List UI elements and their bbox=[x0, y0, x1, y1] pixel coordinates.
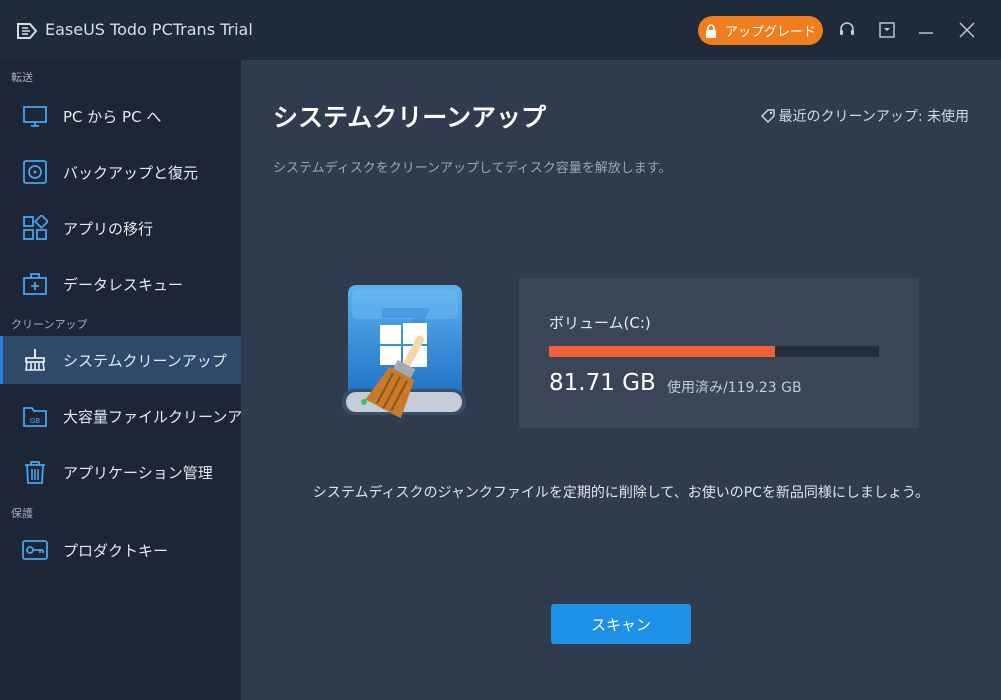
broom-icon bbox=[25, 349, 45, 371]
svg-text:GB: GB bbox=[30, 417, 40, 425]
last-cleanup-status: 最近のクリーンアップ: 未使用 bbox=[760, 106, 969, 126]
minimize-icon[interactable] bbox=[916, 20, 936, 40]
trash-icon bbox=[25, 461, 45, 484]
last-cleanup-text: 最近のクリーンアップ: 未使用 bbox=[778, 109, 969, 125]
section-label-transfer: 転送 bbox=[11, 71, 33, 84]
sidebar-item-app-management[interactable]: アプリケーション管理 bbox=[0, 448, 241, 496]
volume-used: 81.71 GB bbox=[549, 370, 656, 396]
upgrade-label: アップグレード bbox=[724, 25, 816, 40]
menu-icon[interactable] bbox=[877, 20, 897, 40]
sidebar-item-app-migration[interactable]: アプリの移行 bbox=[0, 204, 241, 252]
sidebar-item-pc-to-pc[interactable]: PC から PC へ bbox=[0, 92, 241, 140]
volume-total: 使用済み/119.23 GB bbox=[667, 380, 802, 396]
volume-name: ボリューム(C:) bbox=[549, 314, 651, 332]
volume-usage-fill bbox=[549, 346, 776, 357]
sidebar-item-label: アプリの移行 bbox=[63, 219, 154, 238]
sidebar-item-label: PC から PC へ bbox=[63, 107, 162, 126]
tag-icon bbox=[760, 109, 775, 123]
section-label-cleanup: クリーンアップ bbox=[11, 318, 88, 331]
sidebar: 転送 PC から PC へ バックアップと復元 アプリの移行 データレスキュー … bbox=[0, 60, 272, 700]
cleanup-tip: システムディスクのジャンクファイルを定期的に削除して、お使いのPCを新品同様にし… bbox=[312, 485, 930, 501]
key-icon bbox=[22, 540, 48, 560]
gb-folder-icon: GB bbox=[23, 407, 47, 427]
page-title: システムクリーンアップ bbox=[273, 103, 547, 132]
volume-usage-bar bbox=[549, 346, 879, 357]
monitor-icon bbox=[23, 106, 47, 127]
lock-icon bbox=[705, 23, 716, 38]
sidebar-item-label: データレスキュー bbox=[63, 275, 184, 294]
scan-label: スキャン bbox=[590, 615, 651, 634]
sidebar-item-data-rescue[interactable]: データレスキュー bbox=[0, 260, 241, 308]
sidebar-item-label: プロダクトキー bbox=[63, 541, 169, 560]
sidebar-item-label: アプリケーション管理 bbox=[63, 463, 213, 482]
app-title: EaseUS Todo PCTrans Trial bbox=[45, 20, 253, 39]
sidebar-item-backup-restore[interactable]: バックアップと復元 bbox=[0, 148, 241, 196]
volume-card: ボリューム(C:) 81.71 GB 使用済み/119.23 GB bbox=[519, 278, 919, 428]
sidebar-item-system-cleanup[interactable]: システムクリーンアップ bbox=[0, 336, 241, 384]
disk-icon bbox=[23, 160, 47, 184]
drive-broom-illustration bbox=[342, 285, 466, 419]
sidebar-item-label: システムクリーンアップ bbox=[63, 351, 227, 370]
support-icon[interactable] bbox=[837, 20, 857, 40]
section-label-protection: 保護 bbox=[11, 507, 33, 520]
sidebar-item-large-file-cleanup[interactable]: GB 大容量ファイルクリーンアップ bbox=[0, 392, 272, 440]
first-aid-kit-icon bbox=[23, 273, 47, 295]
app-logo-icon bbox=[17, 23, 38, 39]
close-icon[interactable] bbox=[957, 20, 977, 40]
title-bar: EaseUS Todo PCTrans Trial アップグレード bbox=[0, 0, 1001, 60]
apps-icon bbox=[23, 215, 48, 240]
upgrade-button[interactable]: アップグレード bbox=[698, 16, 823, 45]
sidebar-item-label: バックアップと復元 bbox=[63, 163, 199, 182]
page-description: システムディスクをクリーンアップしてディスク容量を解放します。 bbox=[273, 161, 672, 176]
scan-button[interactable]: スキャン bbox=[551, 604, 691, 644]
sidebar-item-product-key[interactable]: プロダクトキー bbox=[0, 526, 241, 574]
main-content: システムクリーンアップ 最近のクリーンアップ: 未使用 システムディスクをクリー… bbox=[241, 60, 1001, 700]
